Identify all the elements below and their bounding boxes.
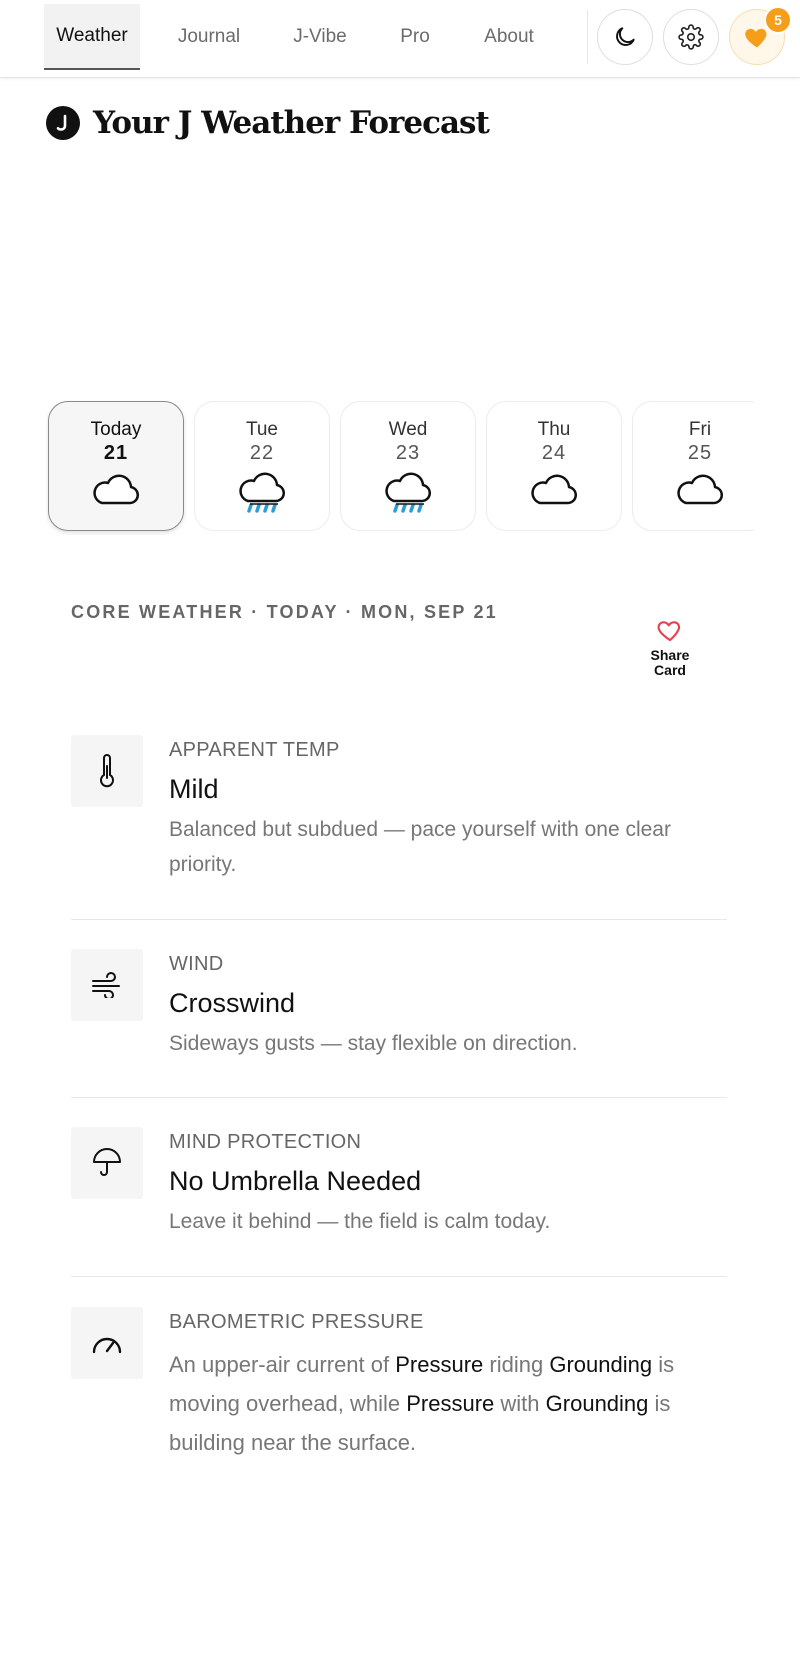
day-date: 21 [103,442,129,464]
umbrella-icon [93,1148,121,1176]
divider [71,1276,727,1277]
core-weather-heading: CORE WEATHER · TODAY · MON, SEP 21 [71,602,498,622]
thermometer-icon [100,754,114,788]
barometric-pressure-item: BAROMETRIC PRESSURE An upper-air current… [71,1307,727,1477]
item-description: Sideways gusts — stay flexible on direct… [169,1032,578,1055]
divider [71,1097,727,1098]
item-label: APPARENT TEMP [169,739,340,761]
mind-protection-item: MIND PROTECTION No Umbrella Needed Leave… [71,1127,727,1237]
tab-pro[interactable]: Pro [386,4,444,70]
item-description: An upper-air current of Pressure riding … [169,1345,727,1462]
day-name: Thu [537,419,571,440]
day-date: 22 [249,442,275,464]
divider [71,919,727,920]
tab-weather[interactable]: Weather [44,4,140,70]
highlighted-term: Pressure [406,1391,495,1416]
item-value: Crosswind [169,988,296,1018]
day-name: Wed [388,419,428,440]
day-card-today[interactable]: Today 21 [48,401,184,531]
logo-icon [46,106,80,140]
theme-toggle-button[interactable] [597,9,653,65]
umbrella-icon-box [71,1127,143,1199]
gauge-icon [92,1337,122,1354]
day-name: Today [90,419,142,440]
apparent-temp-item: APPARENT TEMP Mild Balanced but subdued … [71,735,727,885]
highlighted-term: Pressure [395,1352,484,1377]
tab-journal[interactable]: Journal [164,4,254,70]
day-date: 24 [541,442,567,464]
item-label: BAROMETRIC PRESSURE [169,1311,424,1333]
day-card-fri[interactable]: Fri 25 [632,401,754,531]
day-date: 23 [395,442,421,464]
cloud-icon [677,474,723,505]
share-label-line2: Card [654,662,686,678]
moon-icon [616,27,635,46]
gear-icon [678,24,704,50]
item-label: WIND [169,953,224,975]
gauge-icon-box [71,1307,143,1379]
item-value: Mild [169,774,219,804]
settings-button[interactable] [663,9,719,65]
wind-icon [92,972,120,998]
day-card-wed[interactable]: Wed 23 [340,401,476,531]
description-text: with [494,1391,546,1416]
nav-divider [587,10,588,64]
heart-outline-icon [657,621,681,642]
rain-cloud-icon [239,472,285,513]
item-description: Balanced but subdued — pace yourself wit… [169,818,671,876]
description-text: riding [483,1352,550,1377]
page-header: Your J Weather Forecast [46,105,490,141]
top-nav: Weather Journal J-Vibe Pro About 5 [0,0,800,78]
share-card-button[interactable]: Share Card [640,617,700,678]
favorites-button[interactable]: 5 [729,6,792,65]
description-text: An upper-air current of [169,1352,396,1377]
day-card-thu[interactable]: Thu 24 [486,401,622,531]
highlighted-term: Grounding [549,1352,653,1377]
page-title: Your J Weather Forecast [93,105,490,141]
logo-letter-glyph [56,114,67,131]
thermometer-icon-box [71,735,143,807]
wind-icon-box [71,949,143,1021]
item-label: MIND PROTECTION [169,1131,362,1153]
share-label-line1: Share [650,647,690,663]
item-value: No Umbrella Needed [169,1166,422,1196]
rain-cloud-icon [385,472,431,513]
favorites-count-badge: 5 [764,6,792,34]
cloud-icon [93,474,139,505]
cloud-icon [531,474,577,505]
item-description: Leave it behind — the field is calm toda… [169,1210,551,1233]
day-name: Fri [688,419,712,440]
day-date: 25 [687,442,713,464]
highlighted-term: Grounding [545,1391,649,1416]
day-card-tue[interactable]: Tue 22 [194,401,330,531]
forecast-day-strip[interactable]: Today 21 Tue 22 Wed 23 Thu 24 Fri 25 [46,399,754,535]
day-name: Tue [245,419,279,440]
tab-about[interactable]: About [464,4,554,70]
tab-j-vibe[interactable]: J-Vibe [274,4,366,70]
wind-item: WIND Crosswind Sideways gusts — stay fle… [71,949,727,1059]
